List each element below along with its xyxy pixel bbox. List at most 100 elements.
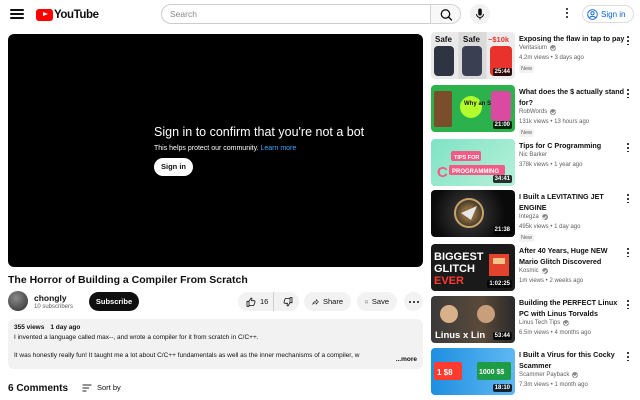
video-duration: 21:38 [492,226,512,234]
channel-avatar[interactable] [8,291,28,311]
thumb-text-1: Linus x Lin [435,330,485,341]
recommendation-channel[interactable]: Linus Tech Tips [519,320,570,326]
recommendation-channel[interactable]: Nic Barker [519,152,547,158]
recommendation-meta: 6.5m views • 4 months ago [519,330,591,336]
description-box[interactable]: 355 views 1 day ago I invented a language… [8,319,423,369]
learn-more-link[interactable]: Learn more [260,145,296,152]
recommendation-title[interactable]: I Built a LEVITATING JET ENGINE [519,192,625,213]
verified-icon [550,109,557,115]
video-actions-icon[interactable] [625,248,631,260]
video-actions-icon[interactable] [625,143,631,155]
hamburger-menu-icon[interactable] [10,7,24,21]
view-count: 355 views [14,324,45,331]
video-thumbnail[interactable]: BIGGEST GLITCH EVER 1:02:25 [431,244,515,291]
recommendation-meta: 4.2m views • 3 days ago [519,55,584,61]
recommendation-meta: 495k views • 1 day ago [519,224,581,230]
recommendation-channel[interactable]: Integza [519,214,548,220]
verified-icon [541,214,548,220]
more-actions-icon[interactable] [404,292,423,311]
channel-name[interactable]: chongly [34,293,67,303]
signin-button[interactable]: Sign in [582,5,634,23]
recommendation-channel[interactable]: RobWords [519,109,557,115]
search-bar: Search [161,4,461,24]
video-duration: 1:02:25 [487,280,512,288]
recommendation-title[interactable]: What does the $ actually stand for? [519,87,625,108]
new-badge: New [519,234,535,242]
sort-comments-button[interactable]: Sort by [82,383,121,392]
video-thumbnail[interactable]: Linus x Lin 53:44 [431,296,515,343]
channel-label: Integza [519,214,539,220]
like-button[interactable]: 16 [238,292,274,311]
thumb-text-2: 1000 $$ [479,369,504,376]
thumb-text-1: Why an S? [464,101,495,107]
thumbs-up-icon [246,297,256,307]
bot-check-subtitle: This helps protect our community. Learn … [154,145,296,152]
description-meta: 355 views 1 day ago [14,324,417,331]
video-actions-icon[interactable] [625,36,631,48]
subscriber-count: 10 subscribers [34,304,74,310]
player-signin-button[interactable]: Sign in [154,158,193,176]
video-player[interactable]: Sign in to confirm that you're not a bot… [8,34,423,267]
video-actions-icon[interactable] [625,300,631,312]
dislike-button[interactable] [276,292,299,311]
recommendation-channel[interactable]: Veritasium [519,45,557,51]
save-label: Save [371,297,389,306]
bot-check-text: This helps protect our community. [154,145,259,152]
channel-label: Nic Barker [519,152,548,158]
video-thumbnail[interactable]: TIPS FOR C PROGRAMMING 34:41 [431,139,515,186]
channel-label: Veritasium [519,45,548,51]
search-button[interactable] [430,4,461,24]
save-button[interactable]: Save [357,292,397,311]
sort-icon [82,384,92,391]
share-label: Share [322,297,343,306]
video-thumbnail[interactable]: 1 $8 1000 $$ 18:10 [431,348,515,395]
recommendation-item[interactable]: 21:38 I Built a LEVITATING JET ENGINE In… [431,190,636,242]
recommendation-title[interactable]: After 40 Years, Huge NEW Mario Glitch Di… [519,246,625,267]
video-actions-icon[interactable] [625,89,631,101]
video-actions-icon[interactable] [625,352,631,364]
recommendation-channel[interactable]: Kosmic [519,268,548,274]
new-badge: New [519,129,535,137]
recommendation-title[interactable]: Tips for C Programming [519,141,625,152]
youtube-logo[interactable]: YouTube [36,8,99,21]
thumb-letter-c: C [437,164,448,181]
description-more-link[interactable]: ...more [393,356,417,363]
subscribe-button[interactable]: Subscribe [89,292,139,311]
verified-icon [563,320,570,326]
new-badge: New [519,65,535,73]
recommendation-item[interactable]: TIPS FOR C PROGRAMMING 34:41 Tips for C … [431,139,636,187]
settings-menu-icon[interactable] [564,8,570,20]
recommendation-item[interactable]: Safe Safe ~$10k 25:44 Exposing the flaw … [431,32,636,80]
search-input[interactable]: Search [161,4,430,24]
video-thumbnail[interactable]: 21:38 [431,190,515,237]
recommendation-item[interactable]: BIGGEST GLITCH EVER 1:02:25 After 40 Yea… [431,244,636,292]
description-line-1: I invented a language called max--, and … [14,334,259,341]
verified-icon [541,268,548,274]
thumb-text-1: BIGGEST [434,251,484,263]
thumb-text-1: TIPS FOR [454,155,479,161]
video-duration: 18:10 [492,384,512,392]
search-icon [440,9,453,21]
voice-search-button[interactable] [470,4,490,24]
youtube-play-icon [36,8,53,21]
description-line-2: It was honestly really fun! It taught me… [14,352,360,359]
thumb-text-3: ~$10k [488,35,510,44]
comments-count: 6 Comments [8,383,69,394]
recommendation-item[interactable]: Why an S? 21:00 What does the $ actually… [431,85,636,137]
recommendation-title[interactable]: Building the PERFECT Linux PC with Linus… [519,298,625,319]
recommendation-meta: 7.3m views • 1 month ago [519,382,588,388]
recommendation-item[interactable]: Linus x Lin 53:44 Building the PERFECT L… [431,296,636,344]
video-duration: 34:41 [492,175,512,183]
video-thumbnail[interactable]: Why an S? 21:00 [431,85,515,132]
share-button[interactable]: Share [304,292,351,311]
channel-label: Linus Tech Tips [519,320,561,326]
masthead: YouTube Search Sign in [0,0,640,28]
thumb-text-2: GLITCH [434,263,475,275]
recommendation-title[interactable]: Exposing the flaw in tap to pay [519,34,625,45]
recommendation-title[interactable]: I Built a Virus for this Cocky Scammer [519,350,625,371]
thumb-text-2: PROGRAMMING [452,169,499,175]
recommendation-item[interactable]: 1 $8 1000 $$ 18:10 I Built a Virus for t… [431,348,636,396]
video-actions-icon[interactable] [625,194,631,206]
recommendation-channel[interactable]: Scammer Payback [519,372,579,378]
video-thumbnail[interactable]: Safe Safe ~$10k 25:44 [431,32,515,79]
